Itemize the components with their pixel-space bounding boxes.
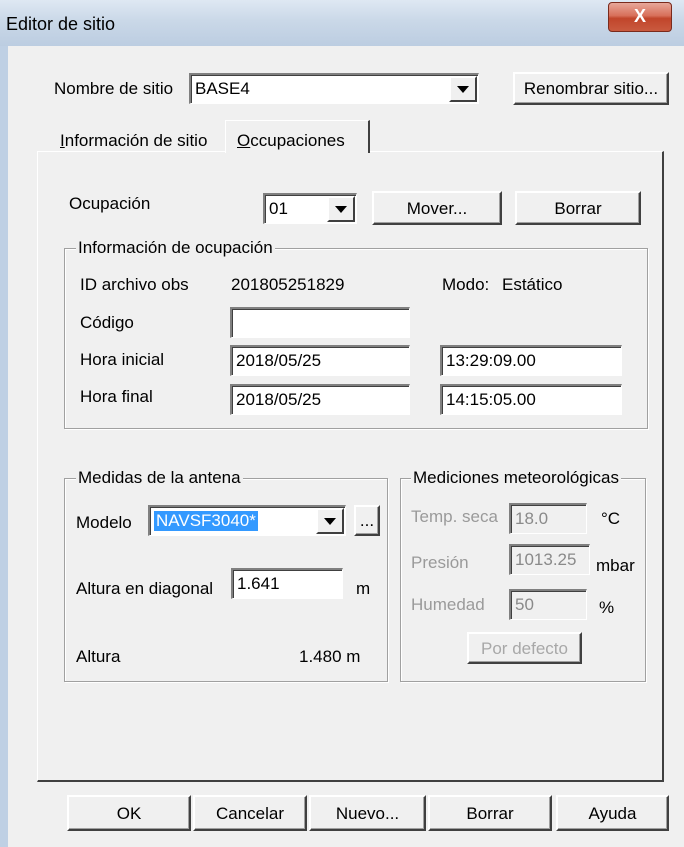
rename-site-button[interactable]: Renombrar sitio... xyxy=(513,72,669,105)
obs-id-label: ID archivo obs xyxy=(80,275,189,294)
occupation-info-legend: Información de ocupación xyxy=(76,238,275,258)
end-date-input[interactable]: 2018/05/25 xyxy=(230,384,410,415)
height-value: 1.480 m xyxy=(299,647,361,666)
default-button[interactable]: Por defecto xyxy=(467,632,582,664)
site-name-combo[interactable]: BASE4 xyxy=(189,73,479,104)
height-label: Altura xyxy=(76,647,121,666)
window-frame-left xyxy=(0,46,8,847)
model-label: Modelo xyxy=(76,513,132,532)
help-button[interactable]: Ayuda xyxy=(556,795,669,831)
humidity-label: Humedad xyxy=(411,595,485,614)
start-time-label: Hora inicial xyxy=(80,350,165,369)
new-button[interactable]: Nuevo... xyxy=(309,795,426,831)
code-label: Código xyxy=(80,313,134,332)
tab-occupations-text: Occupaciones xyxy=(237,131,345,151)
occupation-value: 01 xyxy=(269,199,288,218)
mode-label: Modo: xyxy=(442,275,490,294)
occupation-dropdown-button[interactable] xyxy=(327,196,355,222)
obs-id-value: 201805251829 xyxy=(231,275,345,294)
occupation-label: Ocupación xyxy=(69,194,151,213)
start-time-input[interactable]: 13:29:09.00 xyxy=(440,345,622,376)
tab-occupations-label: ccupaciones xyxy=(250,131,345,150)
end-time-input[interactable]: 14:15:05.00 xyxy=(440,384,622,415)
window-title: Editor de sitio xyxy=(6,14,116,34)
humidity-unit: % xyxy=(599,598,615,617)
mode-value: Estático xyxy=(502,275,563,294)
close-icon: X xyxy=(633,6,646,26)
slant-height-unit: m xyxy=(356,579,371,598)
site-name-dropdown-button[interactable] xyxy=(449,76,477,102)
chevron-down-icon xyxy=(324,517,336,525)
move-button[interactable]: Mover... xyxy=(372,191,502,225)
pressure-unit: mbar xyxy=(596,556,635,575)
dry-temp-unit: °C xyxy=(601,509,621,528)
antenna-model-value: NAVSF3040* xyxy=(154,511,258,531)
delete-button[interactable]: Borrar xyxy=(428,795,552,831)
slant-height-input[interactable]: 1.641 xyxy=(231,568,343,599)
dry-temp-input[interactable]: 18.0 xyxy=(509,503,587,534)
start-date-input[interactable]: 2018/05/25 xyxy=(230,345,410,376)
pressure-input[interactable]: 1013.25 xyxy=(509,544,590,575)
ok-button[interactable]: OK xyxy=(67,795,191,831)
tab-occupations-accel: O xyxy=(237,131,251,150)
tab-site-info-label: nformación de sitio xyxy=(64,131,208,150)
antenna-model-combo[interactable]: NAVSF3040* xyxy=(148,505,346,536)
pressure-label: Presión xyxy=(411,553,469,572)
end-time-label: Hora final xyxy=(80,387,153,406)
chevron-down-icon xyxy=(457,85,469,93)
humidity-input[interactable]: 50 xyxy=(509,589,587,620)
meteo-legend: Mediciones meteorológicas xyxy=(411,468,621,488)
chevron-down-icon xyxy=(335,205,347,213)
antenna-model-dropdown-button[interactable] xyxy=(316,508,344,534)
cancel-button[interactable]: Cancelar xyxy=(193,795,307,831)
tab-site-info[interactable]: Información de sitio xyxy=(60,131,207,151)
site-name-value: BASE4 xyxy=(195,79,250,98)
dry-temp-label: Temp. seca xyxy=(411,507,498,526)
antenna-legend: Medidas de la antena xyxy=(76,468,243,488)
occupation-combo[interactable]: 01 xyxy=(263,193,357,224)
code-input[interactable] xyxy=(230,307,410,338)
antenna-browse-button[interactable]: ... xyxy=(354,505,380,536)
slant-height-label: Altura en diagonal xyxy=(76,579,214,598)
delete-occupation-button[interactable]: Borrar xyxy=(515,191,641,225)
site-name-label: Nombre de sitio xyxy=(54,79,174,98)
close-button[interactable]: X xyxy=(608,2,672,32)
